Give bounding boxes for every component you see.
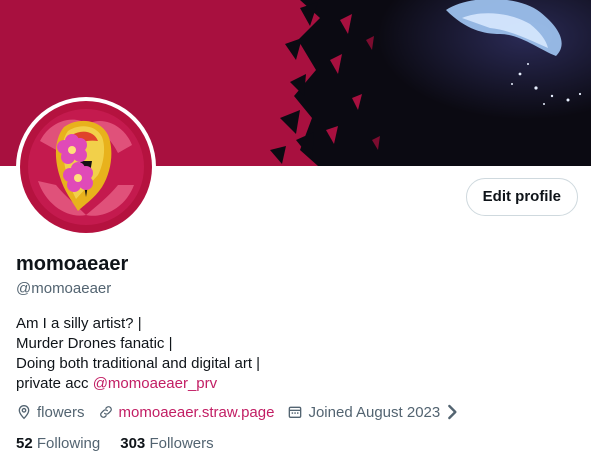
calendar-icon: [289, 406, 302, 418]
chevron-right-icon[interactable]: [444, 404, 460, 420]
followers-link[interactable]: 303 Followers: [120, 435, 213, 452]
following-link[interactable]: 52 Following: [16, 435, 100, 452]
bio-private-prefix: private acc: [16, 375, 93, 392]
following-label: Following: [36, 435, 101, 452]
location-pin-icon: [18, 404, 30, 420]
joined-text: Joined August 2023: [308, 403, 441, 421]
display-name: momoaeaer: [16, 253, 129, 275]
user-handle: @momoaeaer: [16, 280, 112, 297]
location-item: flowers: [16, 404, 85, 421]
edit-profile-button[interactable]: Edit profile: [465, 178, 578, 216]
link-icon: [99, 406, 112, 418]
following-count: 52: [16, 435, 33, 452]
bio-line: Doing both traditional and digital art |: [16, 355, 261, 372]
location-text: flowers: [37, 403, 85, 421]
profile-avatar[interactable]: [16, 97, 156, 237]
follow-stats: 52 Following 303 Followers: [16, 435, 234, 452]
website-link[interactable]: momoaeaer.straw.page: [119, 404, 275, 421]
joined-item[interactable]: Joined August 2023: [287, 404, 465, 421]
bio-line: Murder Drones fanatic |: [16, 335, 173, 352]
profile-meta: flowers momoaeaer.straw.page Joined Augu…: [16, 403, 465, 421]
profile-bio: Am I a silly artist? | Murder Drones fan…: [16, 314, 260, 394]
avatar-artwork: [20, 101, 152, 233]
followers-label: Followers: [149, 435, 214, 452]
bio-line-private: private acc @momoaeaer_prv: [16, 374, 260, 394]
bio-line: Am I a silly artist? |: [16, 315, 142, 332]
website-item[interactable]: momoaeaer.straw.page: [98, 404, 275, 421]
bio-mention-link[interactable]: @momoaeaer_prv: [93, 375, 217, 392]
followers-count: 303: [120, 435, 146, 452]
